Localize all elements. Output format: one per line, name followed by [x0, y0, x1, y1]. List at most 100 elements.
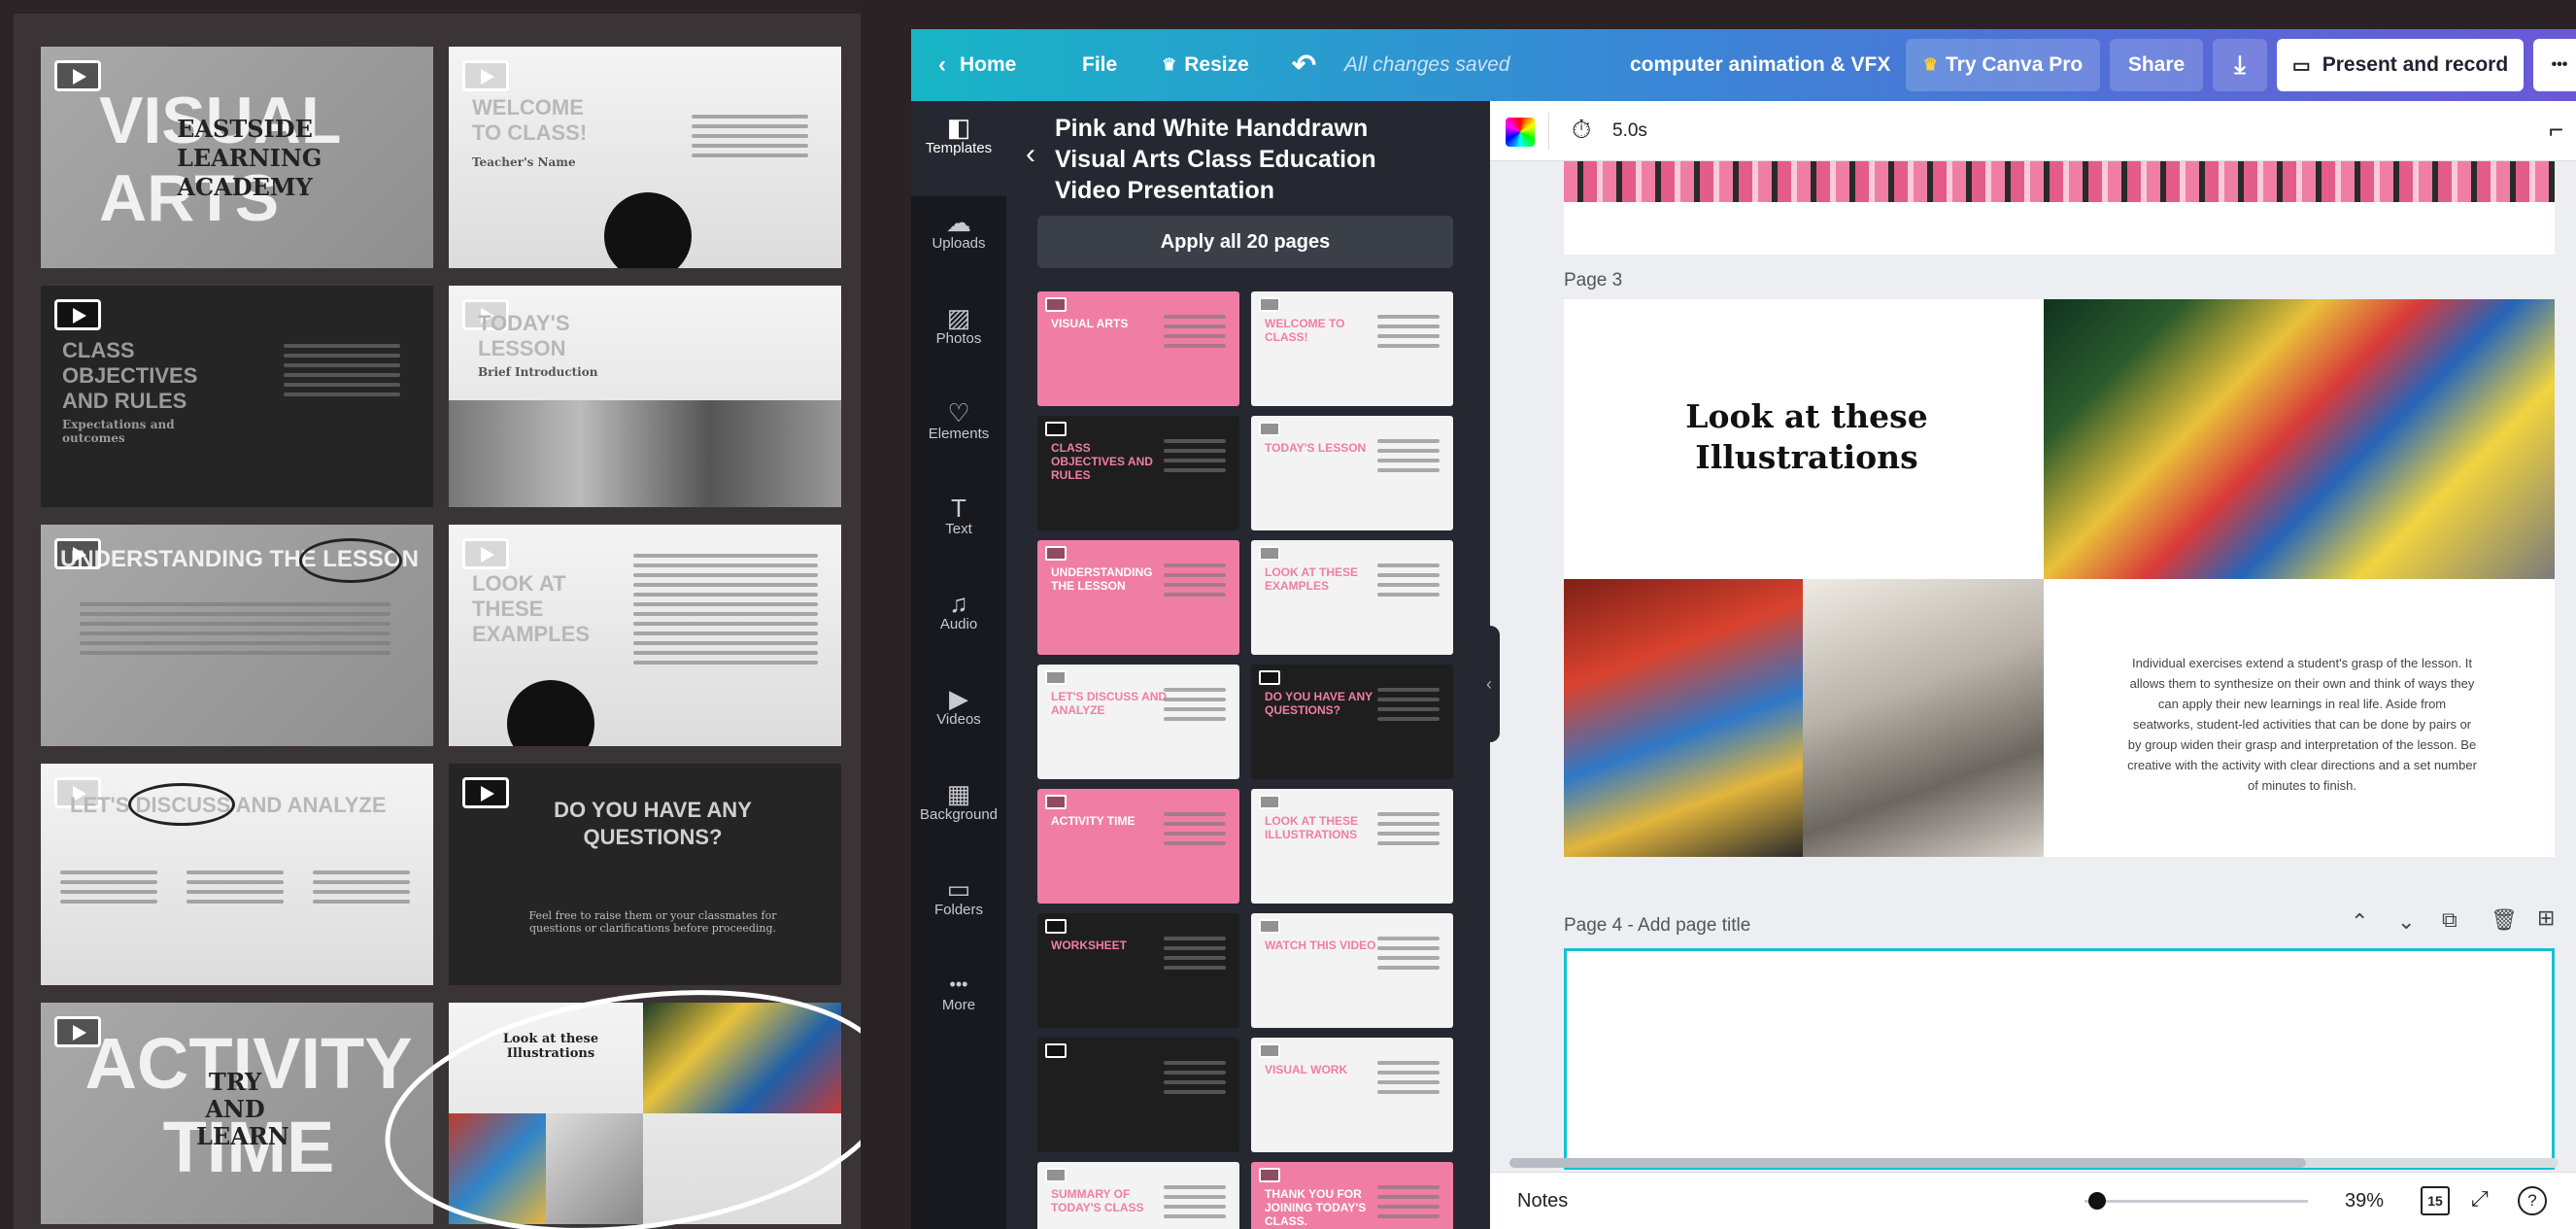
delete-page-icon[interactable]: 🗑	[2491, 907, 2518, 933]
graffiti-shutter-photo	[1564, 579, 1803, 857]
rail-item-photos[interactable]: ▨ Photos	[911, 291, 1006, 387]
template-thumbnail[interactable]	[1037, 1038, 1239, 1152]
graffiti-wall-photo	[1803, 579, 2044, 857]
rail-item-elements[interactable]: ♡ Elements	[911, 387, 1006, 482]
rail-item-folders[interactable]: ▭ Folders	[911, 863, 1006, 958]
slide-subtitle: Expectations and outcomes	[62, 418, 175, 445]
present-and-record-button[interactable]: ▭ Present and record	[2277, 39, 2524, 91]
zoom-slide-class-objectives: CLASS OBJECTIVES AND RULES Expectations …	[41, 286, 433, 507]
play-icon	[54, 299, 101, 330]
rail-label: Elements	[928, 426, 990, 442]
template-thumbnail-title: SUMMARY OF TODAY'S CLASS	[1051, 1187, 1144, 1214]
slide-heading[interactable]: Look at these Illustrations	[1642, 396, 1972, 478]
template-thumbnail[interactable]: WORKSHEET	[1037, 913, 1239, 1028]
template-thumbnail-title: WORKSHEET	[1051, 939, 1127, 952]
zoom-slide-questions: DO YOU HAVE ANY QUESTIONS? Feel free to …	[449, 764, 841, 985]
rail-item-more[interactable]: ••• More	[911, 958, 1006, 1053]
text-lines	[1164, 439, 1226, 478]
rail-item-uploads[interactable]: ☁ Uploads	[911, 196, 1006, 291]
zoom-slide-visual-arts: VISUAL ARTS EASTSIDE LEARNING ACADEMY	[41, 47, 433, 268]
photo-icon: ▨	[946, 303, 971, 332]
move-page-down-icon[interactable]: ⌄	[2397, 909, 2415, 935]
template-thumbnail[interactable]: SUMMARY OF TODAY'S CLASS	[1037, 1162, 1239, 1229]
page-3-label: Page 3	[1564, 270, 1623, 290]
scrollbar-thumb[interactable]	[1509, 1158, 2306, 1168]
zoom-slider-thumb[interactable]	[2088, 1192, 2106, 1210]
template-thumbnail-title: Look at these Illustrations	[1265, 814, 1358, 841]
document-title[interactable]: computer animation & VFX	[1630, 29, 1890, 101]
fullscreen-icon[interactable]: ⤢	[2471, 1186, 2489, 1212]
template-thumbnail[interactable]: Look at these Illustrations	[1251, 789, 1453, 904]
page-count-button[interactable]: 15	[2421, 1186, 2450, 1215]
template-thumbnail-title: UNDERSTANDING THE LESSON	[1051, 565, 1153, 593]
rail-item-templates[interactable]: ◧ Templates	[911, 101, 1006, 196]
add-page-icon[interactable]: ⊞	[2537, 905, 2555, 931]
file-menu[interactable]: File	[1082, 29, 1117, 101]
undo-icon[interactable]: ↶	[1292, 29, 1316, 101]
template-thumbnail[interactable]: LET'S DISCUSS AND ANALYZE	[1037, 665, 1239, 779]
rail-item-videos[interactable]: ▶ Videos	[911, 672, 1006, 768]
color-picker-icon[interactable]	[1506, 118, 1535, 147]
duration-value[interactable]: 5.0s	[1612, 120, 1647, 142]
notes-button[interactable]: Notes	[1517, 1190, 1568, 1212]
home-button[interactable]: ‹ Home	[938, 29, 1016, 101]
more-options-button[interactable]: •••	[2533, 39, 2576, 91]
character-illustration	[507, 680, 594, 746]
template-thumbnail[interactable]: CLASS OBJECTIVES AND RULES	[1037, 416, 1239, 530]
collapse-panel-handle[interactable]: ‹	[1478, 626, 1500, 742]
template-thumbnail[interactable]: VISUAL ARTS	[1037, 291, 1239, 406]
timer-icon[interactable]: ⏱	[1572, 115, 1591, 146]
template-thumbnail[interactable]: TODAY'S LESSON	[1251, 416, 1453, 530]
text-lines	[1377, 688, 1440, 727]
rail-label: Templates	[925, 140, 993, 156]
text-lines	[1377, 937, 1440, 975]
music-note-icon: ♫	[949, 589, 968, 618]
page-3-slide[interactable]: Look at these Illustrations Individual e…	[1564, 299, 2555, 857]
slide-body-text[interactable]: Individual exercises extend a student's …	[2127, 653, 2477, 796]
zoom-slider-track[interactable]	[2085, 1200, 2308, 1203]
text-lines	[1377, 563, 1440, 602]
zoom-slide-welcome: WELCOME TO CLASS! Teacher's Name	[449, 47, 841, 268]
horizontal-scrollbar[interactable]	[1509, 1158, 2559, 1168]
rail-item-audio[interactable]: ♫ Audio	[911, 577, 1006, 672]
home-label: Home	[960, 53, 1017, 76]
crown-icon: ♛	[1162, 55, 1177, 74]
page-4-blank-slide[interactable]	[1564, 948, 2555, 1170]
try-canva-pro-button[interactable]: ♛ Try Canva Pro	[1906, 39, 2100, 91]
template-thumbnail[interactable]: VISUAL WORK	[1251, 1038, 1453, 1152]
slide-title: DO YOU HAVE ANY QUESTIONS?	[554, 798, 752, 849]
back-chevron-icon[interactable]: ‹	[1026, 138, 1035, 171]
slide-subtitle: TRY AND LEARN	[196, 1068, 289, 1150]
template-thumbnail-title: ACTIVITY TIME	[1051, 814, 1135, 828]
top-bar: ‹ Home File ♛ Resize ↶ All changes saved…	[911, 29, 2576, 101]
template-thumbnail[interactable]: LOOK AT THESE EXAMPLES	[1251, 540, 1453, 655]
play-icon	[1259, 1168, 1280, 1182]
template-thumbnail[interactable]: UNDERSTANDING THE LESSON	[1037, 540, 1239, 655]
rail-item-text[interactable]: T Text	[911, 482, 1006, 577]
play-icon	[1259, 297, 1280, 312]
crown-icon: ♛	[1922, 55, 1938, 74]
template-thumbnail-title: LET'S DISCUSS AND ANALYZE	[1051, 690, 1168, 717]
rail-label: More	[941, 997, 976, 1013]
resize-button[interactable]: ♛ Resize	[1162, 29, 1249, 101]
page-4-title[interactable]: Page 4 - Add page title	[1564, 915, 1750, 937]
zoom-level[interactable]: 39%	[2345, 1190, 2384, 1212]
template-thumbnail-title: LOOK AT THESE EXAMPLES	[1265, 565, 1358, 593]
help-icon[interactable]: ?	[2518, 1186, 2547, 1215]
page-2-sliver[interactable]	[1564, 161, 2555, 255]
download-icon[interactable]: ⤓	[2213, 39, 2267, 91]
share-button[interactable]: Share	[2110, 39, 2203, 91]
text-lines	[1377, 1061, 1440, 1100]
rail-item-background[interactable]: ▦ Background	[911, 768, 1006, 863]
play-icon	[1045, 1168, 1067, 1182]
template-thumbnail[interactable]: THANK YOU FOR JOINING TODAY'S CLASS.	[1251, 1162, 1453, 1229]
paint-roller-icon[interactable]: ⌐	[2549, 115, 2563, 145]
template-thumbnail[interactable]: WATCH THIS VIDEO	[1251, 913, 1453, 1028]
duplicate-page-icon[interactable]: ⧉	[2442, 907, 2457, 933]
move-page-up-icon[interactable]: ⌃	[2351, 909, 2368, 935]
template-thumbnail[interactable]: ACTIVITY TIME	[1037, 789, 1239, 904]
slide-title: LOOK AT THESE EXAMPLES	[472, 571, 591, 646]
template-thumbnail[interactable]: DO YOU HAVE ANY QUESTIONS?	[1251, 665, 1453, 779]
apply-all-pages-button[interactable]: Apply all 20 pages	[1037, 216, 1453, 268]
template-thumbnail[interactable]: WELCOME TO CLASS!	[1251, 291, 1453, 406]
